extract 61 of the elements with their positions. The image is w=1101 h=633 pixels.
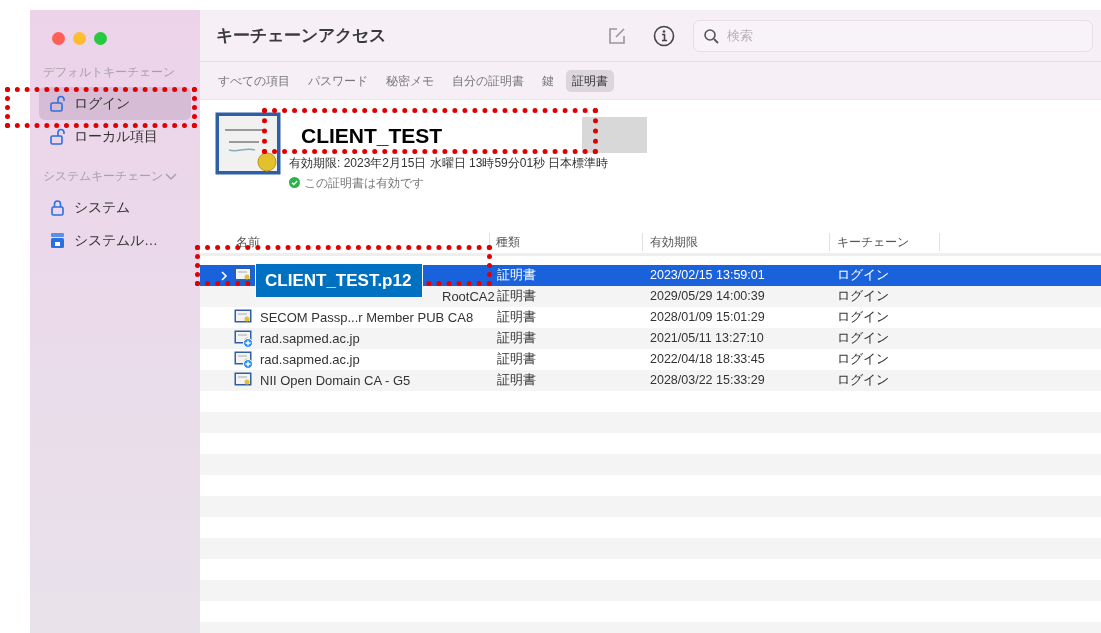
- search-icon: [704, 28, 719, 44]
- table-cell-text: 2028/01/09 15:01:29: [650, 309, 765, 327]
- certificate-plus-icon: [234, 350, 253, 369]
- minimize-button[interactable]: [73, 32, 86, 45]
- table-cell-text: 2029/05/29 14:00:39: [650, 288, 765, 306]
- table-cell-text: 証明書: [497, 309, 536, 327]
- callout-tooltip: CLIENT_TEST.p12: [255, 263, 423, 298]
- column-header[interactable]: 名前: [236, 232, 260, 251]
- table-cell-text: NII Open Domain CA - G5: [260, 371, 411, 390]
- tab[interactable]: 自分の証明書: [446, 69, 530, 92]
- tab[interactable]: 鍵: [536, 69, 560, 92]
- table-cell-text: 2022/04/18 18:33:45: [650, 351, 765, 369]
- window-title: キーチェーンアクセス: [216, 24, 386, 47]
- unlocked-padlock-icon: [50, 95, 65, 112]
- status-text: この証明書は有効です: [304, 174, 424, 192]
- tab[interactable]: パスワード: [302, 69, 374, 92]
- edit-icon[interactable]: [607, 25, 627, 46]
- table-cell-text: ログイン: [837, 288, 889, 306]
- tab[interactable]: 証明書: [566, 69, 614, 92]
- close-button[interactable]: [52, 32, 65, 45]
- redaction-block: [582, 117, 647, 153]
- table-row[interactable]: NII Open Domain CA - G5 証明書 2028/03/22 15:33:29 ログイン: [200, 370, 1101, 391]
- zoom-button[interactable]: [94, 32, 107, 45]
- table-cell-text: 2023/02/15 13:59:01: [650, 267, 765, 285]
- certificate-icon: [215, 112, 281, 175]
- certificate-title: CLIENT_TEST: [301, 123, 443, 149]
- table-cell-text: ログイン: [837, 372, 889, 390]
- certificate-plus-icon: [234, 329, 253, 348]
- tab[interactable]: 秘密メモ: [380, 69, 440, 92]
- info-icon[interactable]: [653, 24, 675, 47]
- table-cell-text: RootCA2: [442, 287, 495, 306]
- table-cell-text: 証明書: [497, 267, 536, 285]
- table-cell-text: 証明書: [497, 288, 536, 306]
- sidebar-item[interactable]: システムル…: [39, 224, 191, 257]
- table-cell-text: 証明書: [497, 351, 536, 369]
- table-cell-text: 証明書: [497, 330, 536, 348]
- table-cell-text: ログイン: [837, 330, 889, 348]
- search-field[interactable]: 検索: [693, 19, 1093, 52]
- expiry-text: 有効期限: 2023年2月15日 水曜日 13時59分01秒 日本標準時: [289, 154, 609, 172]
- sidebar-item[interactable]: ログイン: [39, 87, 191, 120]
- disclosure-chevron-icon: [220, 270, 228, 281]
- padlock-icon: [50, 199, 65, 216]
- table-cell-text: ログイン: [837, 267, 889, 285]
- chevron-icon: [165, 171, 177, 181]
- column-header[interactable]: 種類: [496, 232, 520, 251]
- table-cell-text: SECOM Passp...r Member PUB CA8: [260, 308, 474, 327]
- table-cell-text: rad.sapmed.ac.jp: [260, 350, 360, 369]
- table-cell-text: ログイン: [837, 351, 889, 369]
- column-header[interactable]: キーチェーン: [837, 232, 909, 251]
- table-row[interactable]: rad.sapmed.ac.jp 証明書 2021/05/11 13:27:10 ログイン: [200, 328, 1101, 349]
- locked-cabinet-icon: [50, 232, 65, 249]
- table-cell-text: ログイン: [837, 309, 889, 327]
- table-cell-text: 証明書: [497, 372, 536, 390]
- table-cell-text: rad.sapmed.ac.jp: [260, 329, 360, 348]
- tab[interactable]: すべての項目: [212, 69, 296, 92]
- sidebar-item[interactable]: システム: [39, 191, 191, 224]
- sidebar-item[interactable]: ローカル項目: [39, 120, 191, 153]
- table-cell-text: 2021/05/11 13:27:10: [650, 330, 764, 348]
- unlocked-padlock-icon: [50, 128, 65, 145]
- table-cell-text: 2028/03/22 15:33:29: [650, 372, 765, 390]
- column-header[interactable]: 有効期限: [650, 232, 698, 251]
